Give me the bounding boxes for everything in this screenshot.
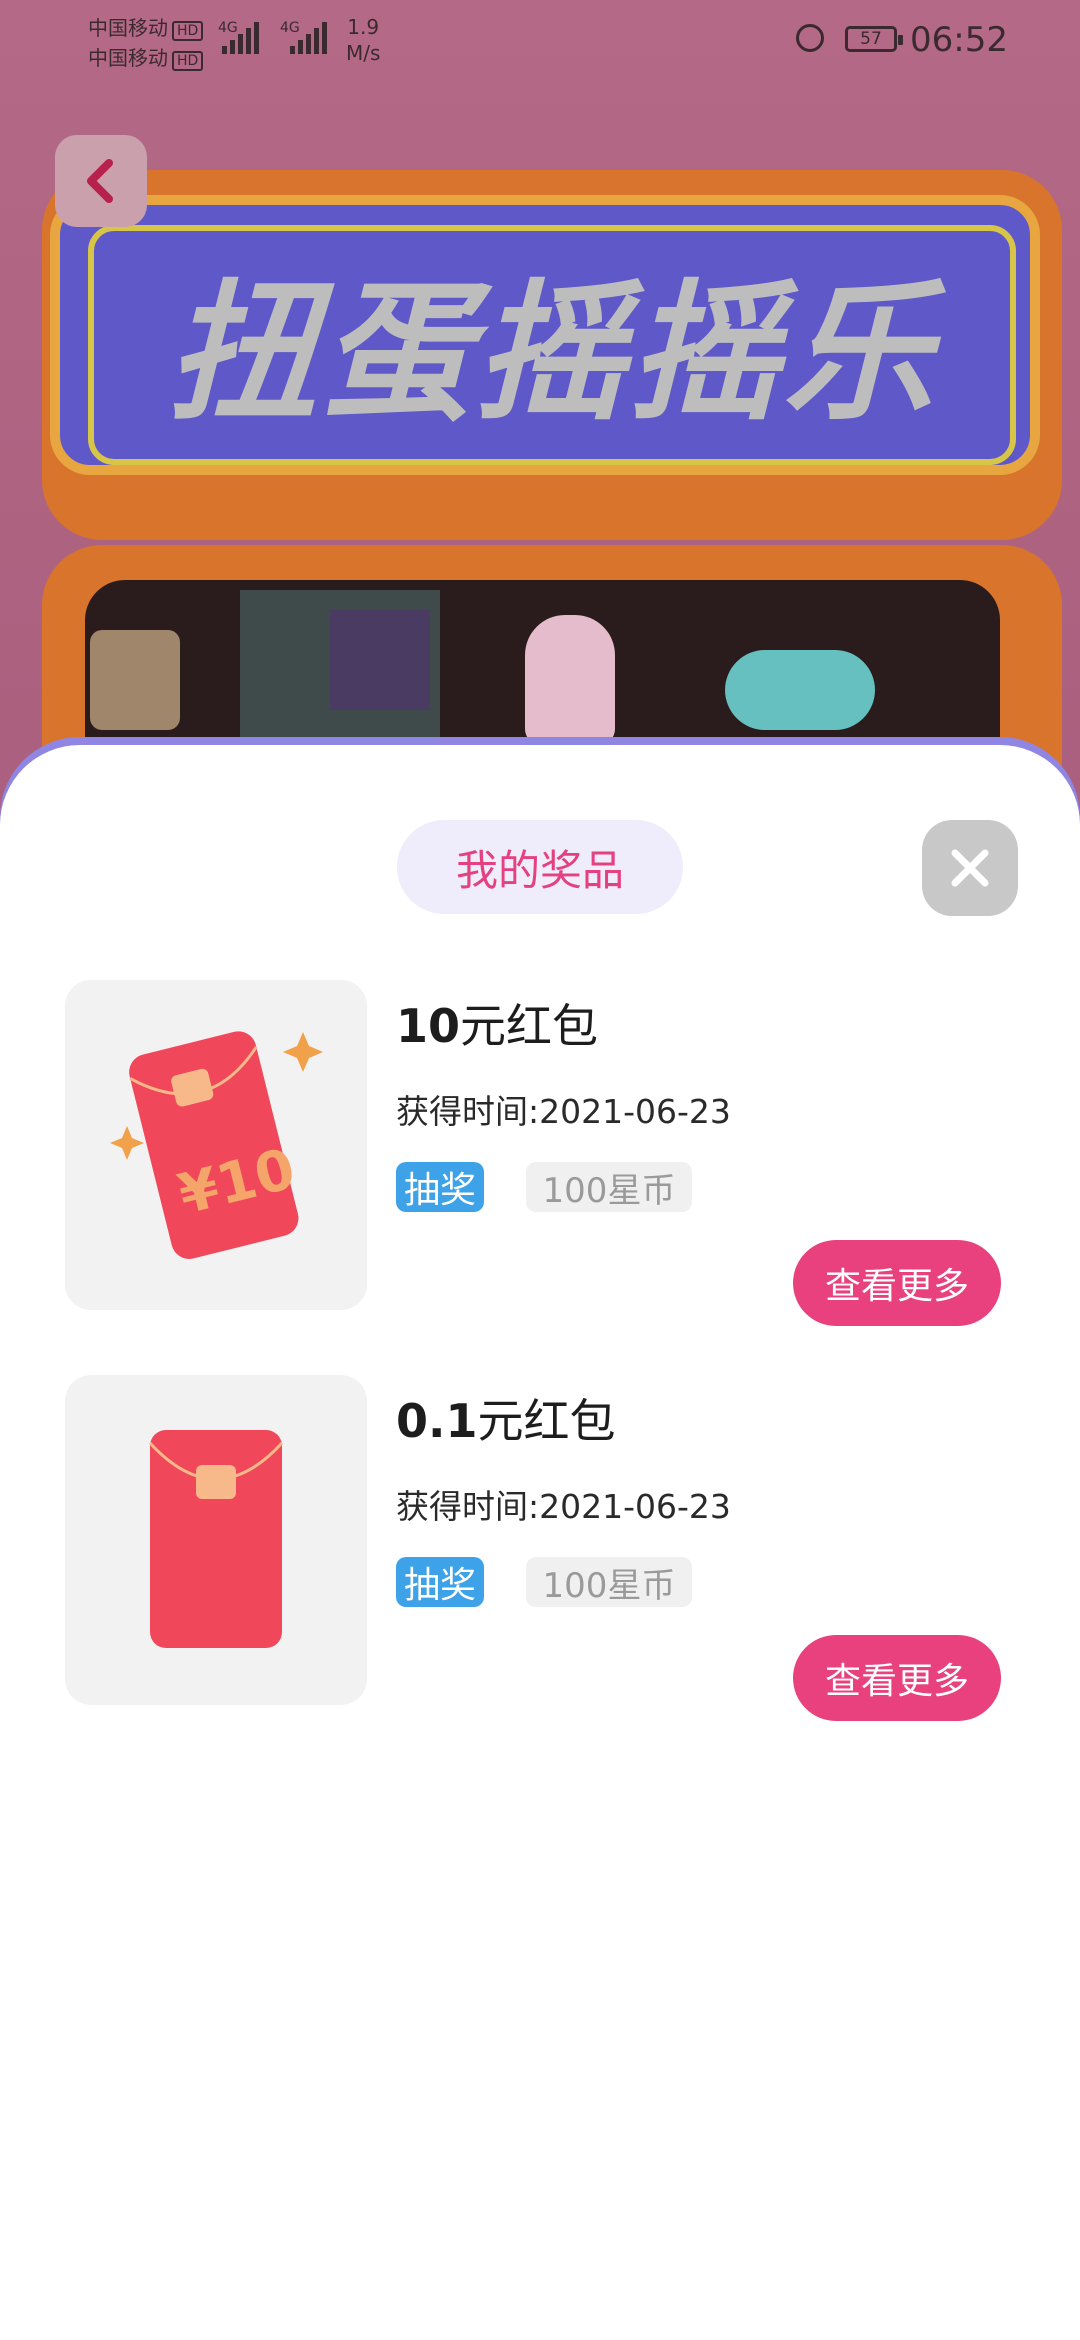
carrier-2: 中国移动 HD bbox=[88, 42, 204, 71]
close-button[interactable] bbox=[922, 820, 1018, 916]
carrier-2-label: 中国移动 bbox=[88, 46, 168, 70]
prize-card: 0.1元红包 获得时间:2021-06-23 抽奖 100星币 查看更多 bbox=[0, 1375, 1080, 1721]
coin-cost-tag: 100星币 bbox=[526, 1557, 692, 1607]
prize-card: ¥10 10元红包 获得时间:2021-06-23 抽奖 100星币 查看更多 bbox=[0, 980, 1080, 1326]
sheet-title: 我的奖品 bbox=[397, 820, 683, 914]
red-envelope-icon: ¥10 bbox=[110, 1031, 323, 1259]
hd-badge: HD bbox=[172, 21, 204, 41]
prize-thumbnail: ¥10 bbox=[65, 980, 367, 1310]
view-more-button[interactable]: 查看更多 bbox=[793, 1240, 1001, 1326]
prize-name: 0.1元红包 bbox=[396, 1385, 616, 1451]
prize-figure-card-set-art bbox=[330, 610, 430, 710]
signal-bars-1-icon bbox=[222, 20, 259, 54]
prize-figure-tv-mascot bbox=[90, 630, 180, 730]
prize-time: 获得时间:2021-06-23 bbox=[396, 1487, 731, 1526]
prize-amount: 10 bbox=[396, 999, 461, 1053]
chevron-left-icon bbox=[87, 159, 113, 203]
back-button[interactable] bbox=[55, 135, 147, 227]
view-more-button[interactable]: 查看更多 bbox=[793, 1635, 1001, 1721]
net-speed-unit: M/s bbox=[346, 41, 381, 65]
prize-figure-doll bbox=[525, 615, 615, 745]
net-speed-value: 1.9 bbox=[347, 15, 380, 39]
banner-title: 扭蛋摇摇乐 bbox=[166, 266, 937, 441]
prize-name-suffix: 元红包 bbox=[460, 999, 599, 1053]
close-icon bbox=[951, 849, 989, 887]
lottery-tag: 抽奖 bbox=[396, 1557, 485, 1607]
lottery-tag: 抽奖 bbox=[396, 1162, 485, 1212]
net-speed: 1.9 M/s bbox=[346, 14, 380, 66]
status-bar: 中国移动 HD 中国移动 HD 4G 4G 1.9 M/s 57 06:52 bbox=[0, 0, 1080, 80]
carrier-1: 中国移动 HD bbox=[88, 12, 204, 41]
prize-figure-plush bbox=[725, 650, 875, 730]
carrier-1-label: 中国移动 bbox=[88, 16, 168, 40]
prize-thumbnail bbox=[65, 1375, 367, 1705]
prize-name: 10元红包 bbox=[396, 990, 598, 1056]
coin-cost-tag: 100星币 bbox=[526, 1162, 692, 1212]
prize-name-suffix: 元红包 bbox=[477, 1394, 616, 1448]
clock: 06:52 bbox=[910, 20, 1008, 60]
signal-bars-2-icon bbox=[290, 20, 327, 54]
hd-badge: HD bbox=[172, 51, 204, 71]
battery-level: 57 bbox=[860, 29, 882, 49]
battery-icon: 57 bbox=[845, 26, 903, 52]
red-envelope-icon bbox=[148, 1430, 284, 1648]
prize-amount: 0.1 bbox=[396, 1394, 478, 1448]
alarm-icon bbox=[796, 24, 824, 52]
prize-time: 获得时间:2021-06-23 bbox=[396, 1092, 731, 1131]
